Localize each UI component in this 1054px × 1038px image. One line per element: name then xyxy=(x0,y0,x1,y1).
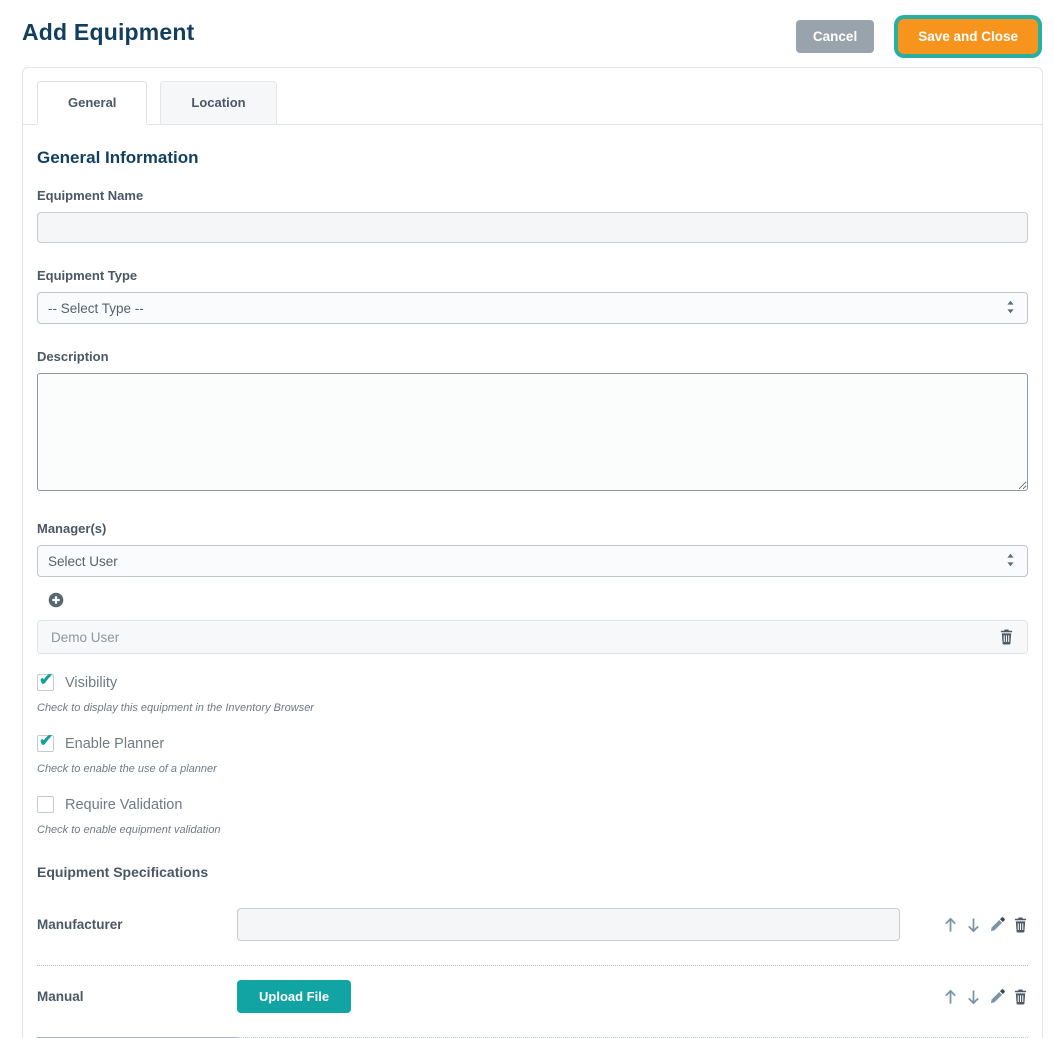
checkbox-box[interactable]: ✔ xyxy=(37,674,54,691)
equipment-name-label: Equipment Name xyxy=(37,188,1028,203)
checkmark-icon: ✔ xyxy=(39,731,53,751)
equipment-name-input[interactable] xyxy=(37,212,1028,243)
upload-file-button[interactable]: Upload File xyxy=(237,980,351,1013)
enable-planner-help-text: Check to enable the use of a planner xyxy=(37,763,1028,775)
equipment-type-field: Equipment Type -- Select Type -- xyxy=(37,268,1028,324)
checkbox-box[interactable]: ✔ xyxy=(37,735,54,752)
move-field-down-button[interactable] xyxy=(966,989,981,1005)
visibility-label: Visibility xyxy=(65,675,117,691)
checkmark-icon: ✔ xyxy=(39,670,53,690)
header-actions: Cancel Save and Close xyxy=(796,15,1044,54)
require-validation-checkbox-group: Require Validation Check to enable equip… xyxy=(37,796,1028,836)
spec-row-manufacturer: Manufacturer xyxy=(37,894,1028,966)
tab-bar: General Location xyxy=(23,68,1042,125)
manual-label: Manual xyxy=(37,989,237,1004)
trash-icon xyxy=(1013,921,1028,936)
manufacturer-input[interactable] xyxy=(237,908,900,941)
equipment-specifications-title: Equipment Specifications xyxy=(37,864,1028,880)
cancel-button[interactable]: Cancel xyxy=(796,20,874,53)
enable-planner-checkbox[interactable]: ✔ Enable Planner xyxy=(37,735,1028,752)
pencil-icon xyxy=(989,993,1005,1008)
select-arrows-icon xyxy=(1004,553,1017,570)
arrow-up-icon xyxy=(943,993,958,1008)
visibility-checkbox[interactable]: ✔ Visibility xyxy=(37,674,1028,691)
visibility-help-text: Check to display this equipment in the I… xyxy=(37,702,1028,714)
add-equipment-page: Add Equipment Cancel Save and Close Gene… xyxy=(0,0,1054,1038)
move-field-up-button[interactable] xyxy=(943,917,958,933)
require-validation-help-text: Check to enable equipment validation xyxy=(37,824,1028,836)
equipment-name-field: Equipment Name xyxy=(37,188,1028,243)
equipment-specifications-section: Equipment Specifications Manufacturer xyxy=(37,864,1028,1038)
spec-row-manual: Manual Upload File xyxy=(37,966,1028,1038)
equipment-type-selected-value: -- Select Type -- xyxy=(48,301,144,316)
manual-row-actions xyxy=(900,989,1028,1005)
tab-location[interactable]: Location xyxy=(160,81,276,125)
manufacturer-label: Manufacturer xyxy=(37,917,237,932)
plus-circle-icon xyxy=(48,596,64,611)
manager-select-placeholder: Select User xyxy=(48,554,118,569)
equipment-type-label: Equipment Type xyxy=(37,268,1028,283)
move-field-down-button[interactable] xyxy=(966,917,981,933)
enable-planner-label: Enable Planner xyxy=(65,736,164,752)
remove-manager-button[interactable] xyxy=(999,629,1014,645)
description-label: Description xyxy=(37,349,1028,364)
edit-field-button[interactable] xyxy=(989,989,1005,1005)
form-panel: General Location General Information Equ… xyxy=(22,67,1043,1038)
tab-general[interactable]: General xyxy=(37,81,147,125)
add-manager-button[interactable] xyxy=(48,592,64,608)
equipment-type-select[interactable]: -- Select Type -- xyxy=(37,292,1028,324)
manufacturer-row-actions xyxy=(900,917,1028,933)
managers-field: Manager(s) Select User Demo User xyxy=(37,521,1028,654)
page-title: Add Equipment xyxy=(22,15,195,46)
save-and-close-button[interactable]: Save and Close xyxy=(898,19,1038,54)
visibility-checkbox-group: ✔ Visibility Check to display this equip… xyxy=(37,674,1028,714)
delete-field-button[interactable] xyxy=(1013,989,1028,1005)
general-tab-content: General Information Equipment Name Equip… xyxy=(23,125,1042,1038)
arrow-up-icon xyxy=(943,921,958,936)
arrow-down-icon xyxy=(966,921,981,936)
managers-label: Manager(s) xyxy=(37,521,1028,536)
checkbox-box[interactable] xyxy=(37,796,54,813)
edit-field-button[interactable] xyxy=(989,917,1005,933)
description-field: Description xyxy=(37,349,1028,496)
description-textarea[interactable] xyxy=(37,373,1028,491)
tab-general-label: General xyxy=(68,95,116,110)
select-arrows-icon xyxy=(1004,300,1017,317)
trash-icon xyxy=(999,633,1014,648)
section-title-general-information: General Information xyxy=(37,148,1028,168)
selected-manager-row: Demo User xyxy=(37,620,1028,654)
delete-field-button[interactable] xyxy=(1013,917,1028,933)
require-validation-checkbox[interactable]: Require Validation xyxy=(37,796,1028,813)
arrow-down-icon xyxy=(966,993,981,1008)
selected-manager-name: Demo User xyxy=(51,630,119,645)
enable-planner-checkbox-group: ✔ Enable Planner Check to enable the use… xyxy=(37,735,1028,775)
trash-icon xyxy=(1013,993,1028,1008)
require-validation-label: Require Validation xyxy=(65,797,182,813)
manager-select[interactable]: Select User xyxy=(37,545,1028,577)
move-field-up-button[interactable] xyxy=(943,989,958,1005)
pencil-icon xyxy=(989,921,1005,936)
page-header: Add Equipment Cancel Save and Close xyxy=(0,0,1054,67)
tab-location-label: Location xyxy=(191,95,245,110)
